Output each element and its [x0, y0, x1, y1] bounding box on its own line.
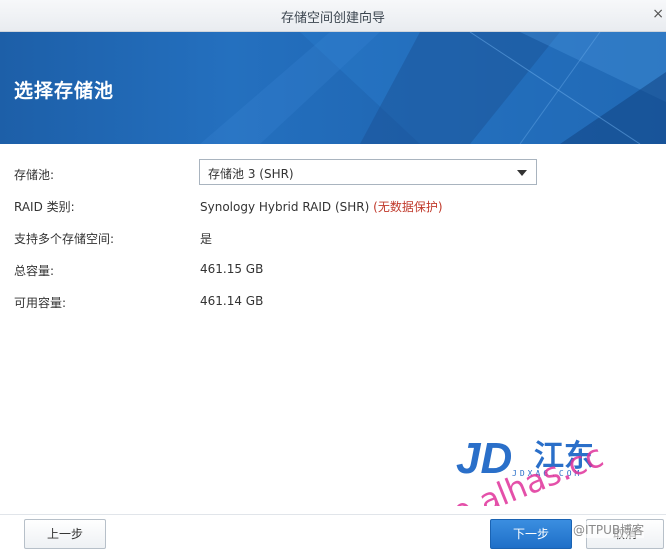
- pool-select[interactable]: 存储池 3 (SHR): [199, 159, 537, 185]
- raid-value-line: Synology Hybrid RAID (SHR) (无数据保护): [200, 198, 443, 215]
- previous-button[interactable]: 上一步: [24, 519, 106, 549]
- wizard-banner: 选择存储池: [0, 32, 666, 144]
- total-capacity-value: 461.15 GB: [200, 262, 264, 276]
- next-button[interactable]: 下一步: [490, 519, 572, 549]
- pool-label: 存储池:: [14, 168, 55, 182]
- page-heading: 选择存储池: [14, 80, 115, 102]
- raid-label: RAID 类别:: [14, 200, 75, 214]
- multi-volume-label: 支持多个存储空间:: [14, 232, 115, 246]
- available-capacity-label: 可用容量:: [14, 296, 67, 310]
- close-icon[interactable]: ×: [652, 6, 664, 22]
- window-title: 存储空间创建向导: [280, 11, 385, 26]
- watermark-logo: JD 江东 JDXA6.COM wp.alhas.cc: [454, 434, 609, 506]
- raid-value: Synology Hybrid RAID (SHR): [200, 200, 370, 214]
- title-bar: 存储空间创建向导 ×: [0, 0, 666, 32]
- pool-select-value: 存储池 3 (SHR): [208, 167, 294, 181]
- raid-warning: (无数据保护): [373, 200, 443, 214]
- total-capacity-label: 总容量:: [14, 264, 55, 278]
- multi-volume-value: 是: [200, 232, 213, 246]
- available-capacity-value: 461.14 GB: [200, 294, 264, 308]
- watermark-credit: @ITPUB博客: [573, 521, 645, 538]
- chevron-down-icon[interactable]: [517, 170, 527, 176]
